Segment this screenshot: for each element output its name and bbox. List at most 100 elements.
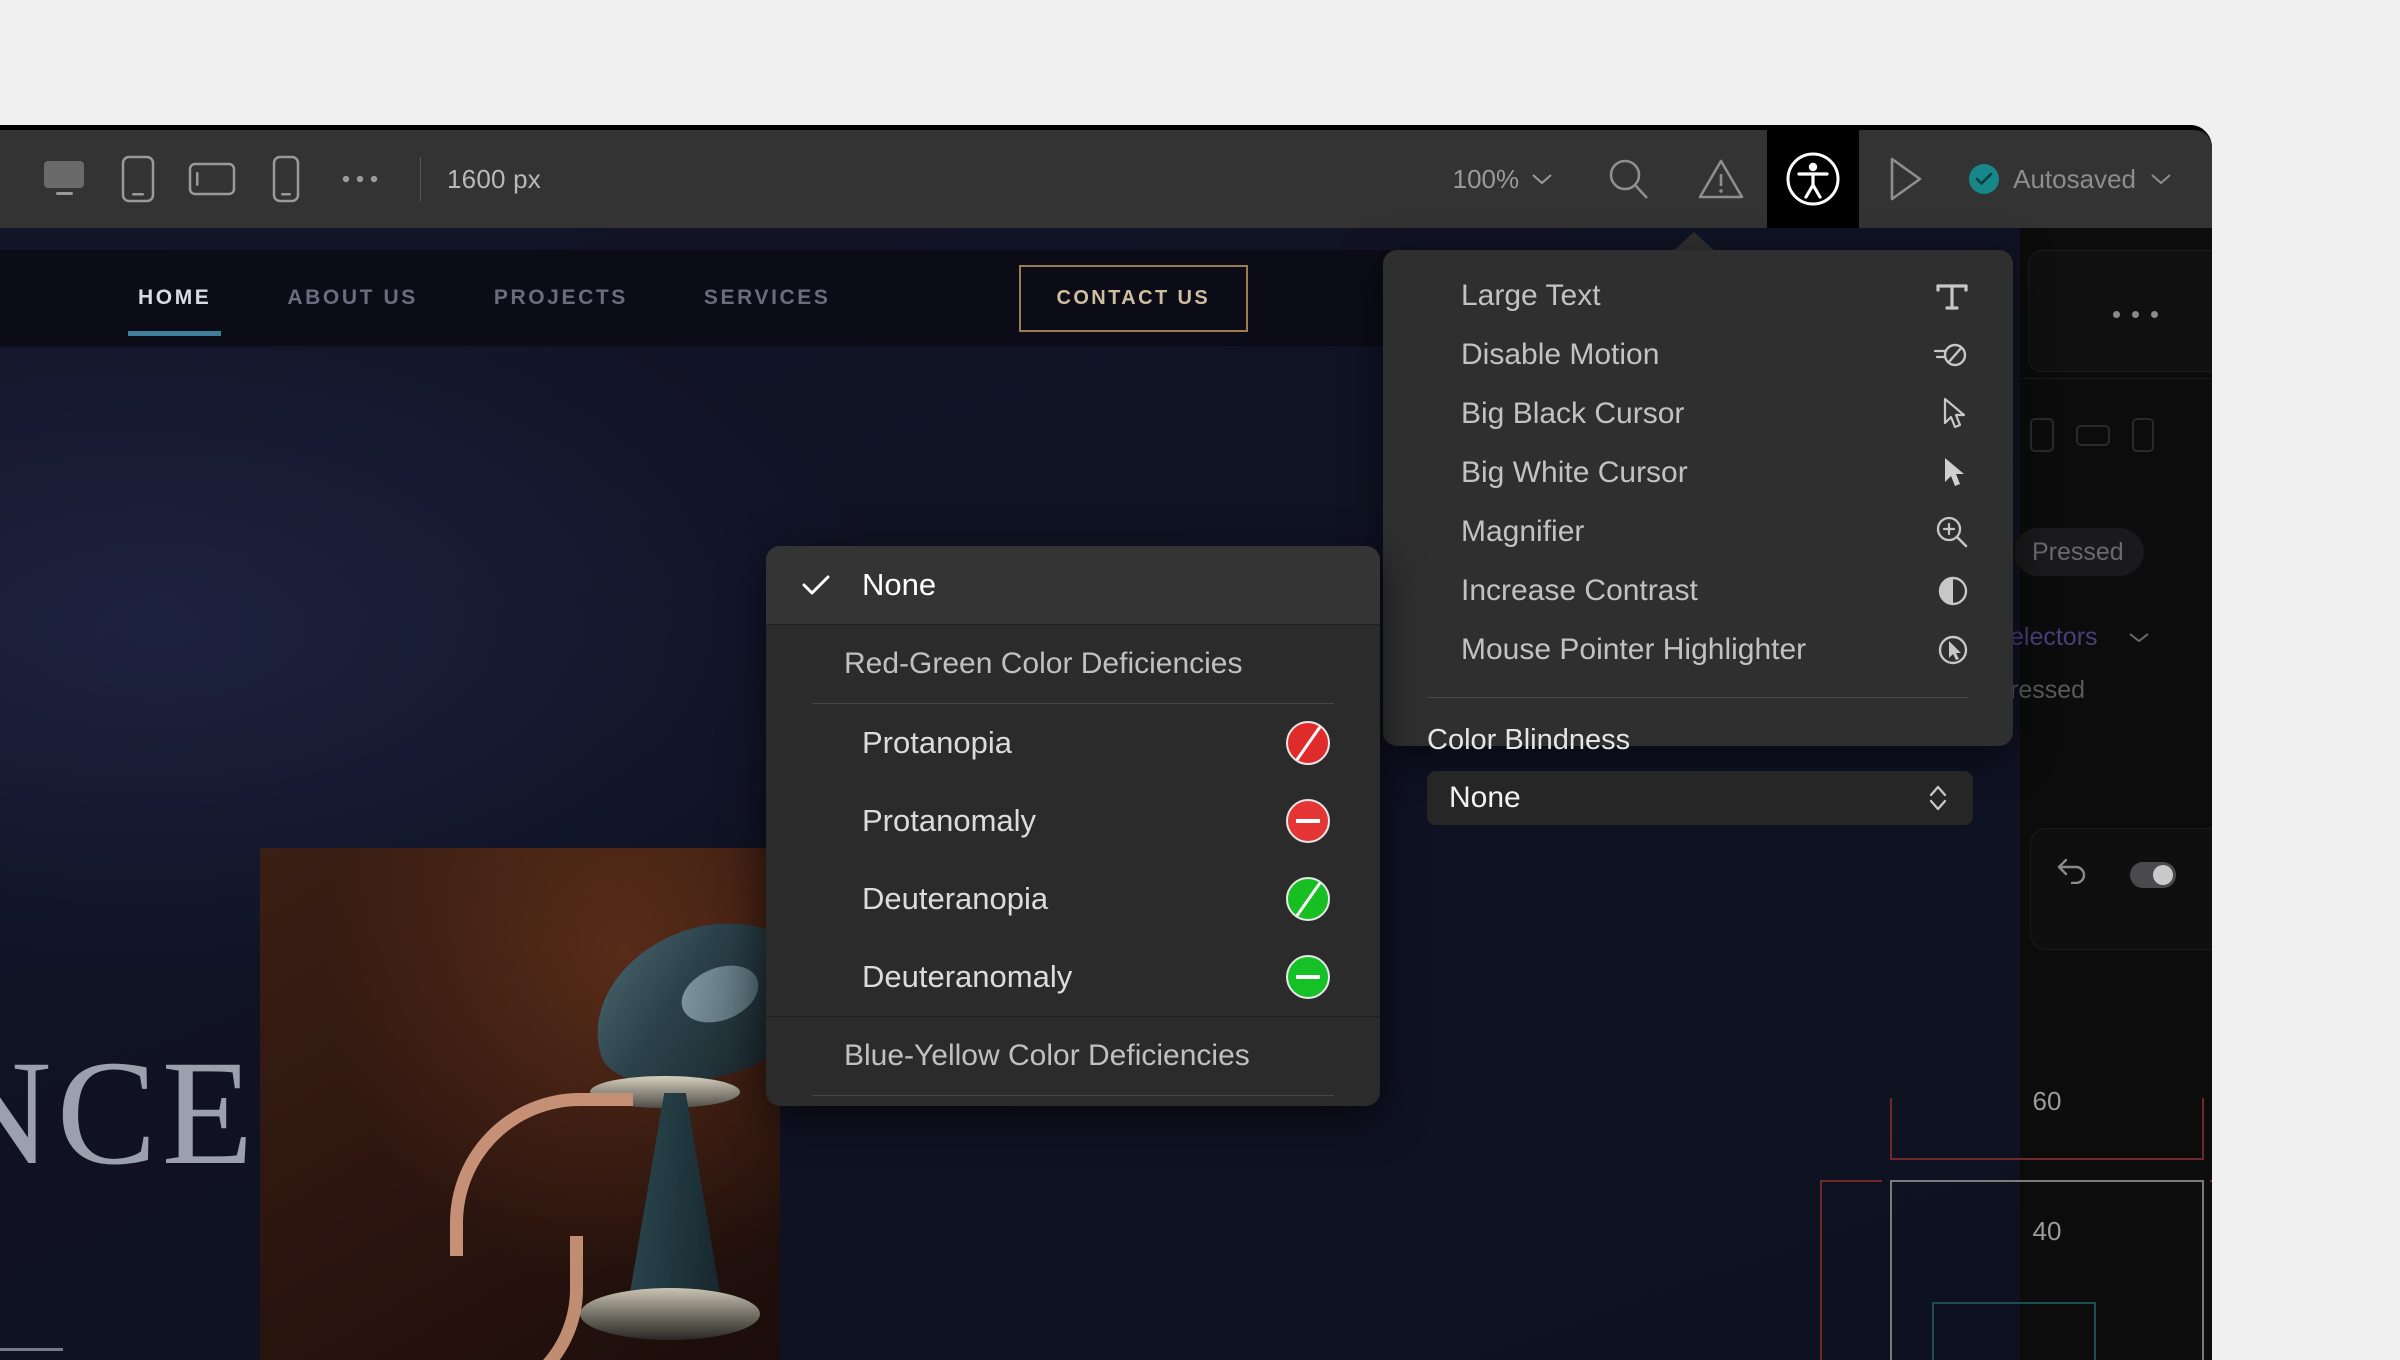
big-black-cursor-icon [1943,397,1966,428]
search-button[interactable] [1583,130,1675,228]
measurement-outer: 60 [1890,1086,2204,1160]
mouse-pointer-highlighter-icon [1938,635,1968,664]
inspector-breakpoint-row [2030,418,2154,452]
a11y-item-label: Large Text [1461,278,1601,312]
state-pressed-chip[interactable]: Pressed [2014,528,2144,576]
landscape-icon[interactable] [2076,424,2110,446]
inspector-toggle[interactable] [2130,862,2176,888]
color-blindness-select[interactable]: None [1427,771,1973,825]
warning-button[interactable] [1675,130,1767,228]
undo-icon [2057,858,2086,885]
a11y-item-increase-contrast[interactable]: Increase Contrast [1383,561,2013,620]
chevron-down-icon [1532,174,1552,185]
cb-option-label: Protanopia [862,725,1012,760]
color-blindness-select-value: None [1449,781,1521,814]
autosave-status[interactable]: Autosaved [1951,164,2212,195]
selectors-row[interactable]: electors [2010,623,2150,652]
check-icon [1975,172,1993,185]
nav-item-services[interactable]: SERVICES [666,286,869,310]
undo-button[interactable] [2056,854,2090,889]
a11y-item-disable-motion[interactable]: Disable Motion [1383,325,2013,384]
gramophone-stem [630,1093,720,1293]
search-icon [1609,159,1649,199]
cb-option-protanopia[interactable]: Protanopia [766,704,1380,782]
mobile-icon[interactable] [2132,418,2154,452]
warning-triangle-icon [1698,159,1744,199]
a11y-item-label: Mouse Pointer Highlighter [1461,632,1807,666]
landscape-tablet-icon [188,162,236,196]
measurement-inner-box [1932,1302,2096,1360]
hero-bracket-decoration [0,1348,63,1360]
accessibility-popover-caret [1672,232,1716,252]
nav-item-list: HOME ABOUT US PROJECTS SERVICES CONTACT … [0,264,1249,336]
disable-motion-icon [1933,343,1967,366]
cb-group-red-green: Red-Green Color Deficiencies [844,647,1243,680]
chevron-down-icon [2151,174,2171,185]
breakpoint-more[interactable] [326,145,394,213]
accessibility-icon [1786,152,1840,206]
inspector-divider [2020,378,2212,379]
cb-option-none[interactable]: None [766,546,1380,624]
gramophone-base [580,1288,760,1340]
a11y-item-label: Disable Motion [1461,337,1660,371]
nav-item-home[interactable]: HOME [100,286,249,336]
gramophone-tube-upper [450,1093,633,1256]
measurement-box: 40 [1890,1180,2204,1360]
hero-title: ANCE [0,1030,259,1196]
chevron-down-icon [2128,633,2149,643]
magnifier-icon [1936,516,1968,547]
cb-option-tritanopia[interactable]: Tritanopia [766,1096,1380,1106]
dot [2132,311,2139,318]
protanopia-swatch [1286,721,1330,765]
accessibility-button[interactable] [1767,130,1860,228]
hero-gramophone-image [260,848,780,1360]
nav-item-projects[interactable]: PROJECTS [456,286,666,310]
desktop-icon [44,161,84,195]
check-glyph [802,575,830,595]
inspector-card-bottom [2030,828,2212,950]
a11y-item-mouse-pointer-highlighter[interactable]: Mouse Pointer Highlighter [1383,620,2013,679]
cb-option-deuteranomaly[interactable]: Deuteranomaly [766,938,1380,1016]
a11y-item-label: Increase Contrast [1461,573,1698,607]
color-blindness-dropdown: None Red-Green Color Deficiencies Protan… [766,546,1380,1106]
tablet-icon[interactable] [2030,418,2054,452]
inspector-more-icon[interactable] [2113,311,2158,318]
a11y-item-large-text[interactable]: Large Text [1383,266,2013,325]
breakpoint-landscape-tablet[interactable] [178,145,246,213]
gramophone-tube-lower [450,1236,583,1360]
cb-option-protanomaly[interactable]: Protanomaly [766,782,1380,860]
nav-contact-us-button[interactable]: CONTACT US [1018,264,1249,332]
breakpoint-desktop[interactable] [30,145,98,213]
canvas-width-field[interactable]: 1600 px [447,164,541,195]
zoom-value: 100% [1452,163,1520,194]
tablet-icon [121,155,155,203]
chevron-updown-icon [1929,785,1947,811]
cb-option-label: Deuteranomaly [862,959,1073,994]
a11y-item-big-black-cursor[interactable]: Big Black Cursor [1383,384,2013,443]
protanomaly-swatch [1286,799,1330,843]
a11y-item-big-white-cursor[interactable]: Big White Cursor [1383,443,2013,502]
cb-option-label: Deuteranopia [862,881,1049,916]
a11y-item-magnifier[interactable]: Magnifier [1383,502,2013,561]
dot [2151,311,2158,318]
measurement-guide-right [2210,1180,2212,1360]
breakpoint-group: 1600 px [0,145,541,213]
dot [2113,311,2120,318]
cb-option-label: Protanomaly [862,803,1037,838]
inspector-card-top [2028,250,2212,372]
zoom-control[interactable]: 100% [1453,164,1584,195]
a11y-item-label: Big White Cursor [1461,455,1688,489]
cb-option-deuteranopia[interactable]: Deuteranopia [766,860,1380,938]
breakpoint-mobile[interactable] [252,145,320,213]
a11y-item-label: Big Black Cursor [1461,396,1685,430]
inspector-panel: Pressed electors ressed 60 40 [1820,228,2212,1360]
nav-item-about-us[interactable]: ABOUT US [249,286,455,310]
state-pressed-label: ressed [2010,676,2086,704]
toolbar-divider [420,157,421,201]
breakpoint-tablet[interactable] [104,145,172,213]
mobile-icon [272,155,300,203]
preview-button[interactable] [1859,130,1951,228]
top-toolbar: 1600 px 100% Autosaved [0,130,2212,228]
accessibility-popover: Large Text Disable Motion Big Black Curs… [1383,250,2013,825]
toolbar-right-group: 100% Autosaved [1453,130,2212,228]
